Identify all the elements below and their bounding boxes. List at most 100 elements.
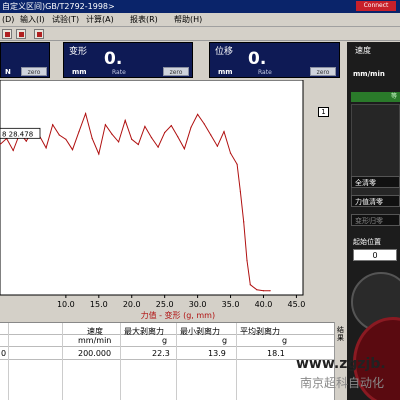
- deform-zero-button[interactable]: zero: [163, 67, 189, 76]
- menu-item-calc[interactable]: 计算(A): [86, 14, 114, 26]
- start-position-label: 起始位置: [353, 238, 381, 246]
- displacement-label: 位移: [215, 47, 234, 57]
- menu-item-help[interactable]: 帮助(H): [174, 14, 202, 26]
- x-tick-label: 15.0: [90, 300, 108, 309]
- toolbar-icon-1[interactable]: [2, 29, 12, 39]
- col-unit-min: g: [222, 336, 228, 345]
- cursor-label: 8 28.478: [2, 130, 33, 138]
- deform-rate: Rate: [112, 69, 126, 76]
- control-panel: 速度 mm/min 等 全清零 力值清零 变形归零 起始位置 0: [347, 42, 400, 400]
- cell-min-peel: 13.9: [208, 349, 226, 358]
- displacement-zero-button[interactable]: zero: [310, 67, 336, 76]
- data-point: [223, 131, 225, 133]
- deform-reset-button[interactable]: 变形归零: [351, 214, 400, 226]
- curve-marker-1[interactable]: 1: [318, 107, 329, 117]
- data-point: [269, 290, 271, 292]
- data-point: [249, 284, 251, 286]
- data-point: [78, 131, 80, 133]
- data-point: [131, 138, 133, 140]
- data-point: [183, 148, 185, 150]
- deform-label: 变形: [69, 47, 88, 57]
- deform-unit: mm: [72, 68, 87, 76]
- data-point: [104, 124, 106, 126]
- connect-button[interactable]: Connect: [356, 1, 396, 11]
- displacement-unit: mm: [218, 68, 233, 76]
- cell-avg-peel: 18.1: [267, 349, 285, 358]
- col-unit-speed: mm/min: [78, 336, 112, 345]
- data-point: [137, 143, 139, 146]
- data-point: [52, 124, 54, 126]
- window-title: 自定义区间)GB/T2792-1998>: [2, 2, 115, 11]
- data-point: [65, 138, 67, 140]
- data-point: [203, 123, 205, 125]
- force-zero-button[interactable]: zero: [21, 67, 47, 76]
- toolbar-icon-3[interactable]: [34, 29, 44, 39]
- deform-readout: 变形 0. mm Rate zero: [63, 42, 193, 78]
- data-point: [12, 149, 14, 152]
- col-unit-max: g: [162, 336, 168, 345]
- col-header-avg-peel: 平均剥离力: [240, 327, 280, 336]
- force-readout: N zero: [0, 42, 50, 78]
- watermark-company: 南京超科自动化: [300, 376, 385, 390]
- col-header-min-peel: 最小剥离力: [180, 327, 220, 336]
- data-point: [262, 290, 265, 292]
- x-tick-label: 25.0: [156, 300, 174, 309]
- results-side-tab-label: 结果: [337, 326, 344, 342]
- x-tick-label: 40.0: [255, 300, 273, 309]
- data-point: [91, 137, 93, 140]
- displacement-value: 0.: [248, 49, 267, 69]
- data-point: [164, 131, 166, 134]
- curve-chart: 10.0 15.0 20.0 25.0 30.0 35.0 40.0 45.0 力值 - 变形 …: [0, 80, 347, 320]
- data-point: [210, 134, 212, 136]
- data-point: [190, 126, 192, 128]
- data-point: [256, 289, 258, 291]
- data-point: [85, 112, 87, 115]
- clear-all-button[interactable]: 全清零: [351, 176, 400, 188]
- data-point: [236, 163, 238, 165]
- speed-unit: mm/min: [353, 70, 385, 78]
- data-point: [58, 134, 60, 136]
- cell-speed: 200.000: [78, 349, 112, 358]
- cell-index: 0: [1, 349, 7, 358]
- data-point: [177, 136, 179, 138]
- data-point: [170, 125, 172, 127]
- data-point: [45, 147, 47, 149]
- data-point: [229, 152, 232, 154]
- x-tick-label: 10.0: [57, 300, 75, 309]
- data-point: [144, 125, 146, 127]
- data-point: [157, 146, 159, 148]
- menu-item-test[interactable]: 试验(T): [52, 14, 79, 26]
- data-point: [216, 145, 218, 147]
- deform-value: 0.: [104, 49, 123, 69]
- x-tick-label: 35.0: [222, 300, 240, 309]
- data-point: [98, 153, 100, 155]
- x-axis-label: 力值 - 变形 (g, mm): [141, 310, 216, 320]
- results-table: 速度 最大剥离力 最小剥离力 平均剥离力 mm/min g g g 0 200.…: [0, 322, 334, 400]
- data-point: [243, 221, 245, 223]
- x-tick-label: 30.0: [189, 300, 207, 309]
- data-point: [25, 140, 27, 142]
- title-bar: 自定义区间)GB/T2792-1998> Connect: [0, 0, 400, 13]
- x-tick-label: 20.0: [123, 300, 141, 309]
- mode-tab[interactable]: 等: [351, 92, 400, 102]
- menu-item-input[interactable]: 输入(I): [20, 14, 45, 26]
- displacement-readout: 位移 0. mm Rate zero: [209, 42, 340, 78]
- start-position-field[interactable]: 0: [353, 249, 397, 261]
- data-point: [71, 149, 74, 151]
- preview-window: [351, 104, 400, 204]
- data-point: [239, 191, 241, 193]
- toolbar-icon-2[interactable]: [16, 29, 26, 39]
- force-unit: N: [5, 68, 11, 76]
- cell-max-peel: 22.3: [152, 349, 170, 358]
- data-point: [124, 119, 126, 121]
- plot-area: [0, 80, 304, 296]
- data-point: [246, 260, 248, 262]
- watermark-url: www.zgzjb.: [296, 356, 386, 372]
- data-point: [150, 137, 153, 139]
- menu-bar: (D) 输入(I) 试验(T) 计算(A) 报表(R) 帮助(H): [0, 13, 400, 27]
- x-tick-label: 45.0: [288, 300, 306, 309]
- data-point: [118, 141, 120, 143]
- menu-item-report[interactable]: 报表(R): [130, 14, 158, 26]
- force-clear-button[interactable]: 力值清零: [351, 195, 400, 207]
- menu-item-file[interactable]: (D): [2, 14, 14, 26]
